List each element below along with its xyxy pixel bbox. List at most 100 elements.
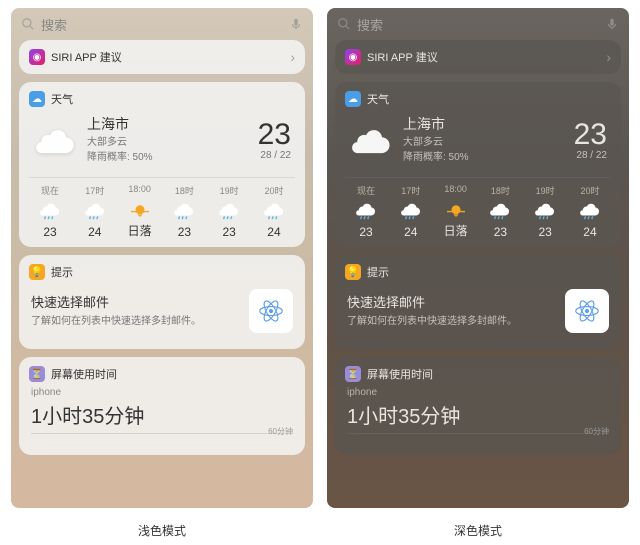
hour-value: 24 (404, 225, 417, 239)
screentime-title: 屏幕使用时间 (367, 366, 433, 382)
siri-title: SIRI APP 建议 (367, 49, 438, 65)
hour-value: 23 (43, 225, 56, 239)
hour-item: 19时 23 (208, 184, 250, 239)
screentime-card[interactable]: ⏳ 屏幕使用时间 iphone 1小时35分钟 60分钟 (335, 357, 621, 455)
atom-icon-box (249, 289, 293, 333)
device-name: iphone (31, 387, 293, 398)
tips-card[interactable]: 💡 提示 快速选择邮件 了解如何在列表中快速选择多封邮件。 (335, 255, 621, 349)
chevron-right-icon: › (290, 49, 295, 65)
timeline-marker: 60分钟 (584, 426, 609, 437)
hour-item: 17时 24 (390, 184, 432, 239)
dark-label: 深色模式 (327, 522, 629, 539)
siri-icon: ◉ (345, 49, 361, 65)
siri-title: SIRI APP 建议 (51, 49, 122, 65)
screentime-title: 屏幕使用时间 (51, 366, 117, 382)
timeline: 60分钟 (347, 433, 609, 447)
tips-title: 提示 (367, 264, 389, 280)
atom-icon (256, 296, 286, 326)
hour-time: 18时 (491, 184, 510, 197)
cloud-icon (349, 124, 393, 156)
hourly-forecast: 现在 23 17时 24 18:00 日落 18时 23 19时 23 20时 24 (345, 177, 611, 239)
tips-card[interactable]: 💡 提示 快速选择邮件 了解如何在列表中快速选择多封邮件。 (19, 255, 305, 349)
mode-labels: 浅色模式 深色模式 (0, 516, 640, 545)
screentime-card[interactable]: ⏳ 屏幕使用时间 iphone 1小时35分钟 60分钟 (19, 357, 305, 455)
city-name: 上海市 (403, 114, 564, 135)
temp-range: 28 / 22 (574, 150, 607, 161)
search-bar[interactable]: 搜索 (327, 8, 629, 40)
cloud-icon (33, 124, 77, 156)
siri-card[interactable]: ◉ SIRI APP 建议 › (335, 40, 621, 74)
hour-value: 24 (267, 225, 280, 239)
weather-title: 天气 (51, 91, 73, 107)
hour-item: 现在 23 (345, 184, 387, 239)
tips-heading: 快速选择邮件 (31, 293, 241, 313)
siri-icon: ◉ (29, 49, 45, 65)
mic-icon[interactable] (289, 17, 303, 31)
tips-icon: 💡 (29, 264, 45, 280)
search-placeholder: 搜索 (357, 15, 599, 34)
rain-prob: 降雨概率: 50% (87, 150, 248, 165)
tips-icon: 💡 (345, 264, 361, 280)
phone-dark: 搜索 ◉ SIRI APP 建议 › ☁ 天气 上海市 大部多云 降雨概率: 5… (327, 8, 629, 508)
hour-time: 19时 (220, 184, 239, 197)
device-name: iphone (347, 387, 609, 398)
hour-time: 18:00 (128, 184, 151, 194)
tips-desc: 了解如何在列表中快速选择多封邮件。 (31, 314, 241, 329)
hour-time: 17时 (401, 184, 420, 197)
hour-item: 20时 24 (569, 184, 611, 239)
duration: 1小时35分钟 (31, 400, 293, 429)
hour-item: 17时 24 (74, 184, 116, 239)
hour-value: 23 (494, 225, 507, 239)
atom-icon-box (565, 289, 609, 333)
hour-time: 17时 (85, 184, 104, 197)
hour-time: 20时 (580, 184, 599, 197)
hour-time: 18:00 (444, 184, 467, 194)
rain-prob: 降雨概率: 50% (403, 150, 564, 165)
search-icon (21, 17, 35, 31)
weather-icon: ☁ (29, 91, 45, 107)
duration: 1小时35分钟 (347, 400, 609, 429)
tips-title: 提示 (51, 264, 73, 280)
chevron-right-icon: › (606, 49, 611, 65)
weather-card[interactable]: ☁ 天气 上海市 大部多云 降雨概率: 50% 23 28 / 22 现在231… (335, 82, 621, 247)
hour-value: 23 (539, 225, 552, 239)
screentime-icon: ⏳ (29, 366, 45, 382)
atom-icon (572, 296, 602, 326)
hour-time: 20时 (264, 184, 283, 197)
hour-time: 19时 (536, 184, 555, 197)
hour-value: 23 (223, 225, 236, 239)
hour-value: 23 (178, 225, 191, 239)
hour-item: 19时 23 (524, 184, 566, 239)
light-label: 浅色模式 (11, 522, 313, 539)
hour-value: 23 (359, 225, 372, 239)
phone-light: 搜索 ◉ SIRI APP 建议 › ☁ 天气 上海市 大部多云 降雨概率: 5… (11, 8, 313, 508)
weather-card[interactable]: ☁ 天气 上海市 大部多云 降雨概率: 50% 23 28 / 22 现在231… (19, 82, 305, 247)
screentime-icon: ⏳ (345, 366, 361, 382)
hour-value: 24 (88, 225, 101, 239)
hour-item: 现在 23 (29, 184, 71, 239)
hour-value: 日落 (444, 222, 468, 239)
search-icon (337, 17, 351, 31)
hour-time: 现在 (41, 184, 59, 197)
condition: 大部多云 (87, 135, 248, 150)
siri-card[interactable]: ◉ SIRI APP 建议 › (19, 40, 305, 74)
timeline-marker: 60分钟 (268, 426, 293, 437)
condition: 大部多云 (403, 135, 564, 150)
hour-time: 现在 (357, 184, 375, 197)
search-placeholder: 搜索 (41, 15, 283, 34)
hour-item: 20时 24 (253, 184, 295, 239)
hour-value: 日落 (128, 222, 152, 239)
search-bar[interactable]: 搜索 (11, 8, 313, 40)
hour-value: 24 (583, 225, 596, 239)
city-name: 上海市 (87, 114, 248, 135)
weather-icon: ☁ (345, 91, 361, 107)
hour-item: 18时 23 (479, 184, 521, 239)
tips-heading: 快速选择邮件 (347, 293, 557, 313)
hour-item: 18:00 日落 (435, 184, 477, 239)
mic-icon[interactable] (605, 17, 619, 31)
weather-title: 天气 (367, 91, 389, 107)
hour-time: 18时 (175, 184, 194, 197)
timeline: 60分钟 (31, 433, 293, 447)
hour-item: 18时 23 (163, 184, 205, 239)
current-temp: 23 (574, 118, 607, 152)
